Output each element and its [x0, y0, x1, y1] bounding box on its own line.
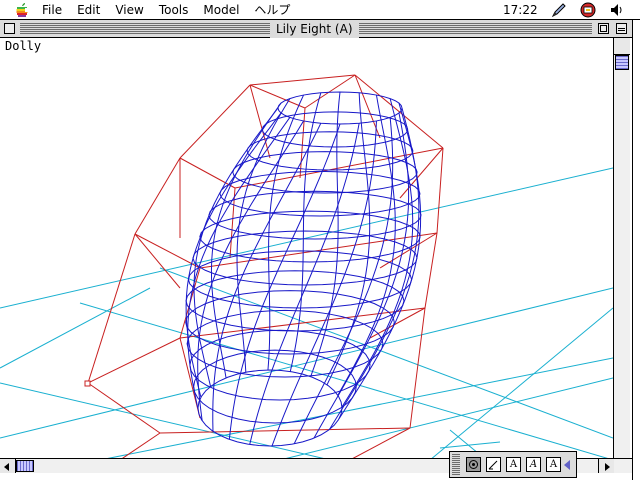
menu-file[interactable]: File — [42, 0, 71, 20]
mesh-meridian — [313, 112, 410, 439]
pencil-icon[interactable] — [551, 2, 567, 18]
3d-viewport[interactable]: Dolly — [0, 38, 613, 460]
view-mode-label: Dolly — [5, 39, 42, 53]
control-cage-edge — [229, 187, 236, 259]
control-cage-edge — [436, 147, 444, 234]
menu-view[interactable]: View — [115, 0, 152, 20]
menu-model[interactable]: Model — [203, 0, 248, 20]
control-cage-edge — [299, 107, 306, 179]
control-cage-edge — [134, 157, 181, 235]
control-cage-edge — [304, 74, 356, 109]
control-cage-edge — [349, 427, 411, 460]
control-cage-edge — [179, 157, 236, 189]
tool-palette[interactable]: A A A — [449, 451, 577, 478]
mesh-ring — [189, 329, 371, 401]
ground-grid-line — [0, 167, 613, 309]
dolly-tool-icon[interactable] — [466, 457, 481, 472]
apple-icon[interactable] — [14, 2, 30, 18]
control-cage-edge — [134, 233, 201, 269]
menu-bar: File Edit View Tools Model ヘルプ 17:22 — [0, 0, 640, 20]
mesh-ring — [277, 91, 403, 125]
menu-list: File Edit View Tools Model ヘルプ — [42, 0, 305, 20]
palette-drag-grip[interactable] — [452, 454, 460, 475]
control-cage-edge — [87, 337, 181, 384]
label-tool-icon[interactable]: A — [546, 457, 561, 472]
scroll-left-arrow-icon[interactable] — [0, 459, 16, 473]
control-cage-edge — [354, 74, 444, 149]
window-title-bar[interactable]: Lily Eight (A) — [0, 20, 632, 38]
vertical-scroll-thumb[interactable] — [615, 55, 629, 70]
control-cage-edge — [249, 84, 271, 159]
mesh-ring — [261, 111, 409, 148]
edit-tool-icon[interactable] — [486, 457, 501, 472]
control-cage-edge — [134, 233, 181, 289]
mesh-meridian — [337, 94, 396, 396]
window-title: Lily Eight (A) — [270, 20, 359, 38]
speaker-icon[interactable] — [608, 2, 624, 18]
control-cage-edge — [87, 382, 161, 434]
palette-collapse-arrow-icon[interactable] — [564, 460, 570, 470]
control-cage-edge — [119, 432, 161, 460]
control-cage-edge — [179, 307, 426, 339]
collapse-box-button[interactable] — [616, 23, 627, 34]
control-cage-edge — [179, 84, 251, 159]
close-box-button[interactable] — [4, 23, 15, 34]
control-cage-edge — [409, 307, 426, 429]
cage-vertex-handle[interactable] — [84, 380, 91, 387]
ground-grid-line — [0, 382, 331, 460]
menu-clock[interactable]: 17:22 — [503, 0, 538, 20]
horizontal-scroll-thumb[interactable] — [16, 460, 34, 472]
scroll-right-arrow-icon[interactable] — [598, 459, 614, 473]
app-menu-icon[interactable] — [580, 2, 596, 18]
menu-help[interactable]: ヘルプ — [254, 0, 299, 20]
italic-text-tool-icon[interactable]: A — [526, 457, 541, 472]
text-tool-icon[interactable]: A — [506, 457, 521, 472]
wireframe-scene[interactable] — [0, 38, 613, 460]
scroll-up-arrow-icon[interactable] — [614, 38, 630, 55]
ground-grid-line — [0, 287, 151, 369]
ground-grid-line — [159, 267, 613, 439]
model-window: Lily Eight (A) Dolly — [0, 20, 633, 480]
menu-tools[interactable]: Tools — [159, 0, 198, 20]
zoom-box-button[interactable] — [598, 23, 609, 34]
control-cage-edge — [249, 74, 356, 86]
mesh-ring — [197, 369, 343, 447]
control-cage-edge — [424, 232, 438, 309]
control-cage-edge — [87, 233, 136, 384]
ground-grid-line — [429, 307, 613, 460]
vertical-scrollbar[interactable] — [613, 38, 630, 461]
menu-edit[interactable]: Edit — [77, 0, 109, 20]
